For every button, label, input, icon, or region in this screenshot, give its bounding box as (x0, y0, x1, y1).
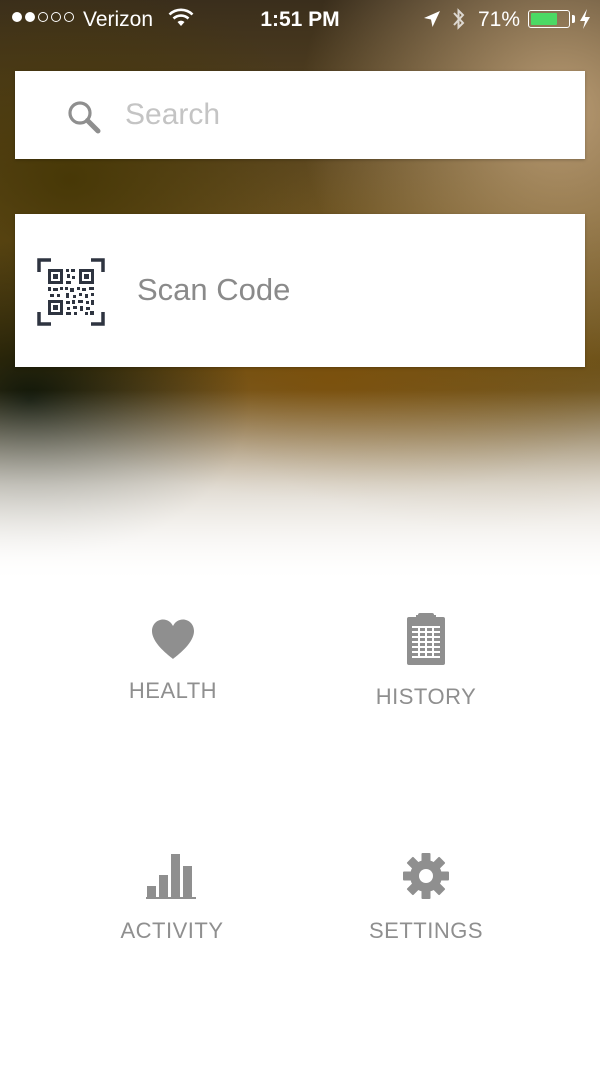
carrier-name: Verizon (83, 8, 154, 31)
health-label: HEALTH (128, 678, 218, 703)
bar-chart-icon (146, 854, 196, 899)
signal-dot (12, 12, 22, 22)
location-arrow-icon (424, 11, 440, 27)
health-button[interactable]: HEALTH (73, 618, 273, 704)
bluetooth-icon (453, 8, 465, 30)
history-label: HISTORY (375, 684, 477, 709)
signal-dot (64, 12, 74, 22)
search-icon (68, 101, 101, 134)
settings-button[interactable]: SETTINGS (326, 852, 526, 944)
scan-code-label: Scan Code (137, 272, 291, 307)
battery-icon (528, 10, 570, 28)
qr-code-icon (37, 258, 105, 326)
settings-label: SETTINGS (368, 918, 483, 943)
activity-button[interactable]: ACTIVITY (72, 852, 272, 944)
activity-label: ACTIVITY (120, 918, 224, 943)
signal-strength-icon (12, 12, 74, 22)
signal-dot (38, 12, 48, 22)
status-bar: Verizon 1:51 PM 71% (0, 0, 600, 40)
battery-cap (572, 15, 575, 23)
search-input[interactable] (123, 89, 565, 141)
battery-level-fill (531, 13, 557, 25)
gear-icon (403, 853, 449, 899)
history-button[interactable]: HISTORY (326, 612, 526, 710)
search-bar (15, 71, 585, 159)
wifi-icon (168, 8, 194, 26)
battery-percent: 71% (478, 8, 521, 31)
clipboard-icon (407, 613, 445, 665)
background-fade (0, 390, 600, 600)
signal-dot (51, 12, 61, 22)
scan-code-button[interactable]: Scan Code (15, 214, 585, 367)
signal-dot (25, 12, 35, 22)
heart-icon (152, 619, 194, 659)
charging-bolt-icon (580, 9, 590, 29)
